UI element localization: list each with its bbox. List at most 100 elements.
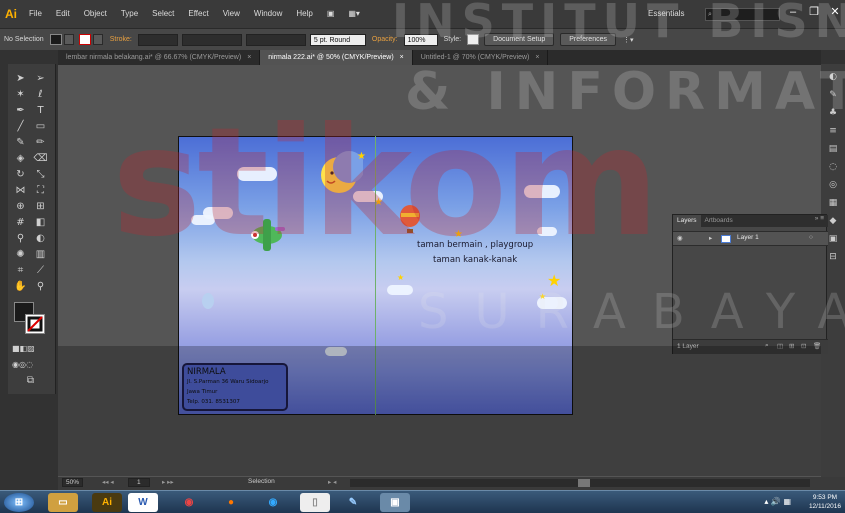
lasso-tool-icon[interactable]: ℓ <box>32 88 49 102</box>
layers-panel-icon[interactable]: ◆ <box>827 216 839 226</box>
stroke-label[interactable]: Stroke: <box>106 36 136 43</box>
tab-document-3[interactable]: Untitled-1 @ 70% (CMYK/Preview) × <box>413 50 549 65</box>
visibility-eye-icon[interactable]: ◉ <box>677 234 683 242</box>
color-panel-icon[interactable]: ◐ <box>827 72 839 82</box>
rectangle-tool-icon[interactable]: ▭ <box>32 120 49 134</box>
document-setup-button[interactable]: Document Setup <box>484 33 555 46</box>
delete-layer-icon[interactable]: 🗑 <box>813 342 821 350</box>
target-icon[interactable]: ○ <box>809 234 813 241</box>
menu-window[interactable]: Window <box>247 0 289 28</box>
artboard-nav-prev-icon[interactable]: ◂◂ ◂ <box>102 478 114 486</box>
tab-close-icon[interactable]: × <box>400 54 404 61</box>
fill-color-swatch[interactable] <box>49 34 62 45</box>
artboards-panel-icon[interactable]: ▣ <box>827 234 839 244</box>
explorer-taskbar-icon[interactable]: ▭ <box>48 493 78 512</box>
brush-definition-field[interactable] <box>245 33 306 46</box>
layer-name[interactable]: Layer 1 <box>737 234 759 241</box>
word-taskbar-icon[interactable]: W <box>128 493 158 512</box>
guide-line[interactable] <box>375 136 376 415</box>
slice-tool-icon[interactable]: ⟋ <box>32 264 49 278</box>
rotate-tool-icon[interactable]: ↻ <box>12 168 29 182</box>
tab-close-icon[interactable]: × <box>535 54 539 61</box>
graphic-style-swatch[interactable] <box>467 34 480 45</box>
graphic-styles-panel-icon[interactable]: ▦ <box>827 198 839 208</box>
layer-row[interactable]: ◉ ▸ Layer 1 ○ <box>673 231 828 246</box>
symbol-sprayer-tool-icon[interactable]: ✺ <box>12 248 29 262</box>
tab-document-2[interactable]: nirmala 222.ai* @ 50% (CMYK/Preview) × <box>260 50 413 65</box>
maximize-button[interactable]: ❐ <box>804 3 824 21</box>
draw-mode-icons[interactable]: ◉◎◌ <box>12 358 33 372</box>
menu-view[interactable]: View <box>216 0 247 28</box>
tab-document-1[interactable]: lembar nirmala belakang.ai* @ 66.67% (CM… <box>58 50 261 65</box>
locate-object-icon[interactable]: ⌕ <box>765 342 769 350</box>
chrome-taskbar-icon[interactable]: ◉ <box>174 493 204 512</box>
width-tool-icon[interactable]: ⋈ <box>12 184 29 198</box>
paint-taskbar-icon[interactable]: ✎ <box>338 493 368 512</box>
mesh-tool-icon[interactable]: # <box>12 216 29 230</box>
menu-select[interactable]: Select <box>145 0 181 28</box>
appearance-panel-icon[interactable]: ◎ <box>827 180 839 190</box>
expand-arrow-icon[interactable]: ▸ <box>709 234 712 242</box>
scroll-arrows-icon[interactable]: ▸ ◂ <box>328 478 336 486</box>
type-tool-icon[interactable]: T <box>32 104 49 118</box>
clipping-mask-icon[interactable]: ◫ <box>777 342 783 350</box>
tab-artboards[interactable]: Artboards <box>701 215 737 227</box>
artboard-number-field[interactable]: 1 <box>128 478 150 487</box>
opacity-field[interactable]: 100% <box>403 33 438 46</box>
firefox-taskbar-icon[interactable]: ● <box>216 493 246 512</box>
bridge-icon[interactable]: ▣ <box>320 0 342 28</box>
gradient-panel-icon[interactable]: ▤ <box>827 144 839 154</box>
symbols-panel-icon[interactable]: ♣ <box>827 108 839 118</box>
zoom-tool-icon[interactable]: ⚲ <box>32 280 49 294</box>
perspective-grid-tool-icon[interactable]: ⊞ <box>32 200 49 214</box>
close-button[interactable]: ✕ <box>825 3 845 21</box>
workspace-switcher[interactable]: Essentials <box>648 9 684 18</box>
tab-layers[interactable]: Layers <box>673 215 701 227</box>
menu-help[interactable]: Help <box>289 0 319 28</box>
stroke-dropdown[interactable] <box>92 34 103 45</box>
stroke-swatch[interactable] <box>25 314 45 334</box>
color-mode-icons[interactable]: ■◧▨ <box>12 342 35 356</box>
minimize-button[interactable]: – <box>783 3 803 21</box>
artboard-nav-next-icon[interactable]: ▸ ▸▸ <box>162 478 174 486</box>
chrome-taskbar-icon-2[interactable]: ◉ <box>258 493 288 512</box>
paintbrush-tool-icon[interactable]: ✎ <box>12 136 29 150</box>
document-taskbar-icon[interactable]: ▯ <box>300 493 330 512</box>
line-tool-icon[interactable]: ╱ <box>12 120 29 134</box>
eyedropper-tool-icon[interactable]: ⚲ <box>12 232 29 246</box>
free-transform-tool-icon[interactable]: ⛶ <box>32 184 49 198</box>
menu-effect[interactable]: Effect <box>181 0 215 28</box>
align-panel-icon[interactable]: ⊟ <box>827 252 839 262</box>
system-tray-icons[interactable]: ▴ 🔊 ▦ <box>764 497 791 506</box>
scale-tool-icon[interactable]: ⤡ <box>32 168 49 182</box>
stroke-panel-icon[interactable]: ≡ <box>827 126 839 136</box>
shape-builder-tool-icon[interactable]: ⊕ <box>12 200 29 214</box>
stroke-color-swatch[interactable] <box>78 34 91 45</box>
arrange-documents-icon[interactable]: ▦▾ <box>341 0 367 28</box>
menu-object[interactable]: Object <box>77 0 114 28</box>
blob-brush-tool-icon[interactable]: ◈ <box>12 152 29 166</box>
current-tool-status[interactable]: Selection <box>248 478 275 485</box>
variable-width-profile[interactable] <box>181 33 242 46</box>
start-button[interactable]: ⊞ <box>4 493 34 512</box>
system-clock[interactable]: 9:53 PM 12/11/2016 <box>809 493 841 511</box>
tab-close-icon[interactable]: × <box>247 54 251 61</box>
help-search-input[interactable]: ⌕ <box>705 8 780 21</box>
display-taskbar-icon[interactable]: ▣ <box>380 493 410 512</box>
menu-type[interactable]: Type <box>114 0 145 28</box>
menu-edit[interactable]: Edit <box>49 0 77 28</box>
hand-tool-icon[interactable]: ✋ <box>12 280 29 294</box>
gradient-tool-icon[interactable]: ◧ <box>32 216 49 230</box>
brush-select[interactable]: 5 pt. Round <box>309 33 366 46</box>
new-layer-icon[interactable]: ⊡ <box>801 342 806 350</box>
selection-tool-icon[interactable]: ➤ <box>12 72 29 86</box>
brushes-panel-icon[interactable]: ✎ <box>827 90 839 100</box>
opacity-label[interactable]: Opacity: <box>368 36 402 43</box>
panel-menu-icon[interactable]: » ≡ <box>815 215 828 227</box>
artboard-tool-icon[interactable]: ⌗ <box>12 264 29 278</box>
preferences-button[interactable]: Preferences <box>560 33 616 46</box>
transparency-panel-icon[interactable]: ◌ <box>827 162 839 172</box>
magic-wand-tool-icon[interactable]: ✶ <box>12 88 29 102</box>
menu-file[interactable]: File <box>22 0 49 28</box>
fill-dropdown[interactable] <box>63 34 74 45</box>
